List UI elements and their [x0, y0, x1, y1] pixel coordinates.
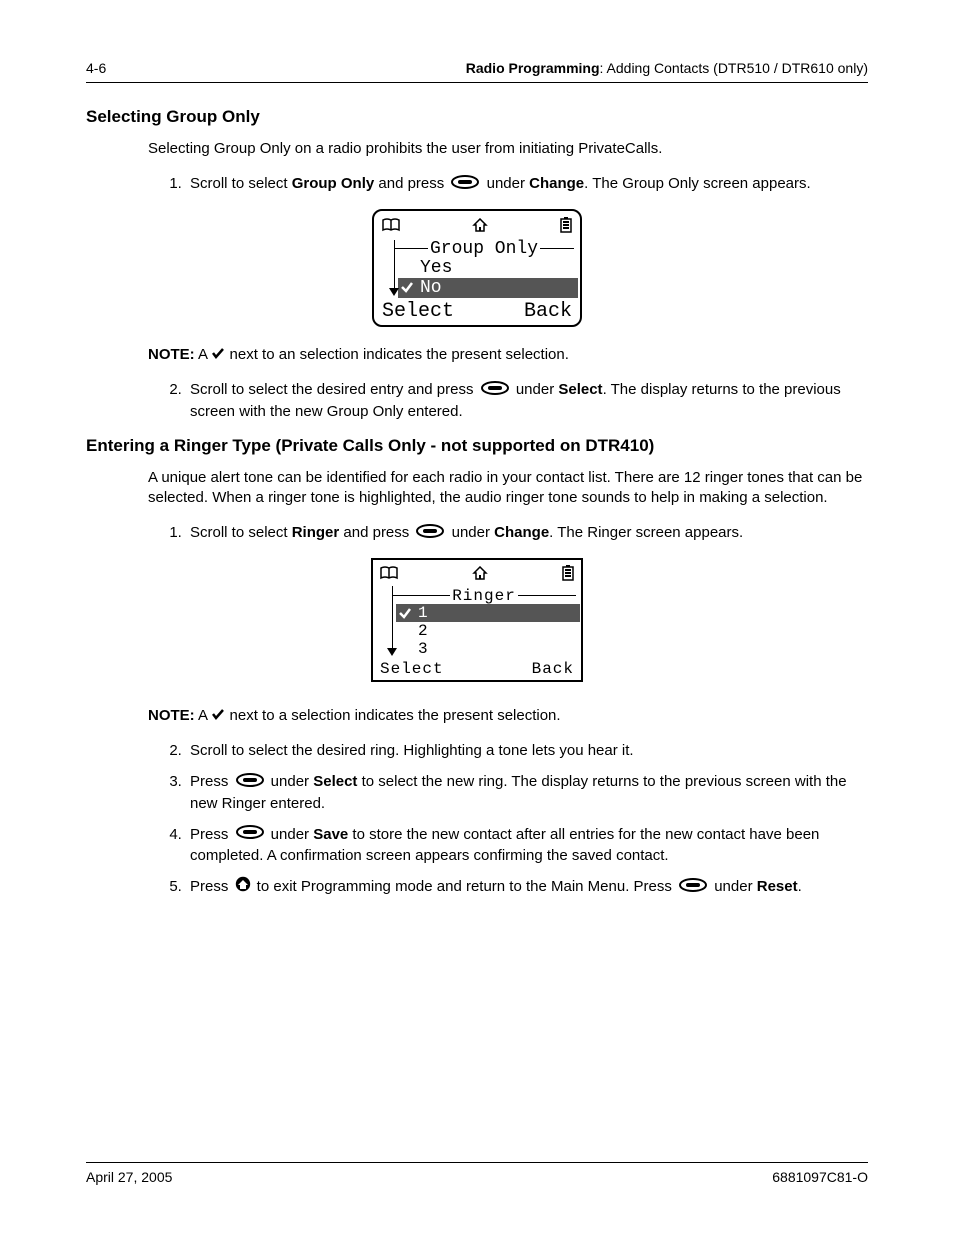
- check-icon: [400, 280, 414, 300]
- lcd2-softkey-left: Select: [380, 660, 444, 678]
- lcd2-softkey-right: Back: [532, 660, 574, 678]
- header-section-bold: Radio Programming: [466, 60, 600, 76]
- section1-note: NOTE: A next to an selection indicates t…: [86, 345, 868, 365]
- home-button-icon: [235, 876, 251, 898]
- page-header: 4-6 Radio Programming: Adding Contacts (…: [86, 60, 868, 83]
- footer-docnum: 6881097C81-O: [772, 1169, 868, 1185]
- section2-intro: A unique alert tone can be identified fo…: [148, 468, 868, 509]
- section2-step3: Press under Select to select the new rin…: [186, 771, 868, 814]
- book-icon: [382, 218, 400, 237]
- header-section-rest: : Adding Contacts (DTR510 / DTR610 only): [600, 60, 868, 76]
- section2-step5: Press to exit Programming mode and retur…: [186, 876, 868, 898]
- lcd2-option-2: 2: [398, 622, 576, 640]
- section1-step2: Scroll to select the desired entry and p…: [186, 379, 868, 422]
- battery-icon: [562, 565, 574, 586]
- section2-step2: Scroll to select the desired ring. Highl…: [186, 740, 868, 761]
- softkey-button-icon: [416, 523, 444, 544]
- section2-note: NOTE: A next to a selection indicates th…: [86, 706, 868, 726]
- battery-icon: [560, 217, 572, 238]
- home-icon: [472, 218, 488, 237]
- softkey-button-icon: [679, 877, 707, 898]
- book-icon: [380, 566, 398, 585]
- page-number: 4-6: [86, 60, 106, 76]
- section2-step1: Scroll to select Ringer and press under …: [186, 522, 868, 544]
- check-icon: [211, 706, 225, 726]
- lcd1-softkey-left: Select: [382, 300, 454, 323]
- section1-intro: Selecting Group Only on a radio prohibit…: [148, 139, 868, 159]
- section-title-group-only: Selecting Group Only: [86, 107, 868, 127]
- lcd1-title: Group Only: [428, 240, 540, 258]
- section-title-ringer: Entering a Ringer Type (Private Calls On…: [86, 436, 868, 456]
- footer-date: April 27, 2005: [86, 1169, 172, 1185]
- softkey-button-icon: [481, 380, 509, 401]
- page-footer: April 27, 2005 6881097C81-O: [86, 1162, 868, 1185]
- home-icon: [472, 566, 488, 585]
- lcd1-softkey-right: Back: [524, 300, 572, 323]
- lcd2-option-3: 3: [398, 640, 576, 658]
- header-breadcrumb: Radio Programming: Adding Contacts (DTR5…: [466, 60, 868, 76]
- lcd-screen-ringer: Ringer 1 2 3 Select Back: [371, 558, 583, 682]
- lcd2-option-1: 1: [396, 604, 580, 622]
- lcd-screen-group-only: Group Only Yes No Select Back: [372, 209, 582, 327]
- section2-step4: Press under Save to store the new contac…: [186, 824, 868, 867]
- check-icon: [211, 345, 225, 365]
- lcd2-title: Ringer: [450, 588, 518, 604]
- lcd1-option-yes: Yes: [400, 258, 574, 278]
- section1-step1: Scroll to select Group Only and press un…: [186, 173, 868, 195]
- softkey-button-icon: [236, 824, 264, 845]
- lcd1-option-no: No: [398, 278, 578, 298]
- softkey-button-icon: [451, 174, 479, 195]
- softkey-button-icon: [236, 772, 264, 793]
